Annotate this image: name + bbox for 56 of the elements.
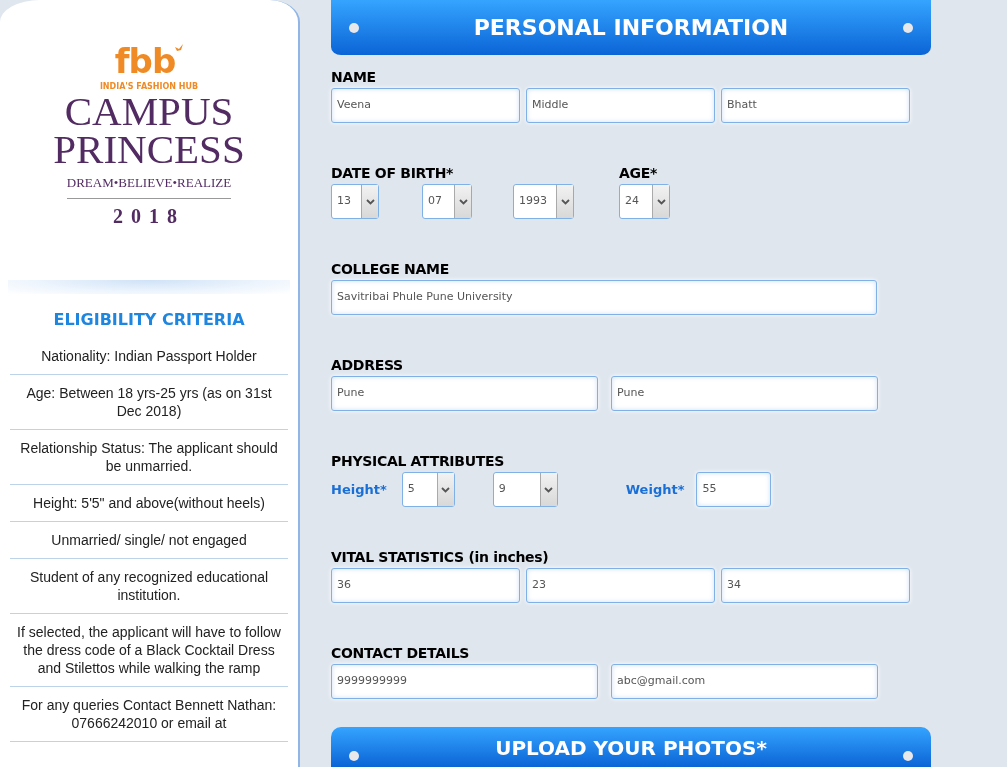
- field-label: COLLEGE NAME: [331, 260, 449, 279]
- text-input[interactable]: Pune: [331, 376, 598, 411]
- logo-year: 2018: [113, 203, 185, 229]
- rivet-icon: [903, 751, 913, 761]
- text-input[interactable]: 9999999999: [331, 664, 598, 699]
- text-input[interactable]: Pune: [611, 376, 878, 411]
- bird-icon: [175, 44, 184, 52]
- criteria-item: If selected, the applicant will have to follow the dress code of a Black Cocktail Dress and Stilettos while walking the ramp: [10, 614, 288, 687]
- field-label: Height*: [331, 480, 387, 499]
- chevron-down-icon: [656, 198, 666, 205]
- dropdown[interactable]: 9: [492, 472, 558, 507]
- dropdown[interactable]: 1993: [513, 184, 574, 219]
- field-label: ADDRESS: [331, 356, 403, 375]
- chevron-down-icon: [560, 198, 570, 205]
- rivet-icon: [349, 751, 359, 761]
- rivet-icon: [903, 22, 913, 33]
- text-input[interactable]: Bhatt: [721, 88, 910, 123]
- brand-logo: fbb: [114, 44, 176, 78]
- field-label: AGE*: [619, 164, 657, 183]
- criteria-item: Student of any recognized educational institution.: [10, 559, 288, 614]
- criteria-item: Nationality: Indian Passport Holder: [10, 338, 288, 375]
- field-label: DATE OF BIRTH*: [331, 164, 455, 183]
- criteria-item: Relationship Status: The applicant should be unmarried.: [10, 430, 288, 485]
- text-input[interactable]: Veena: [331, 88, 520, 123]
- field-label: PHYSICAL ATTRIBUTES: [331, 452, 504, 471]
- logo-tagline: INDIA'S FASHION HUB: [99, 81, 199, 93]
- field-label: Weight*: [625, 480, 685, 499]
- banner-title: UPLOAD YOUR PHOTOS*: [495, 735, 767, 762]
- section-heading: ELIGIBILITY CRITERIA: [52, 309, 246, 331]
- logo-motto: DREAM•BELIEVE•REALIZE: [66, 168, 232, 199]
- text-input[interactable]: 23: [526, 568, 715, 603]
- chevron-down-icon: [441, 486, 451, 493]
- criteria-item: Height: 5'5" and above(without heels): [10, 485, 288, 522]
- banner-title: PERSONAL INFORMATION: [473, 14, 789, 42]
- chevron-down-icon: [458, 198, 468, 205]
- rivet-icon: [349, 22, 359, 33]
- chevron-down-icon: [544, 486, 554, 493]
- field-label: VITAL STATISTICS (in inches): [331, 548, 549, 567]
- dropdown[interactable]: 07: [422, 184, 472, 219]
- text-input[interactable]: Middle: [526, 88, 715, 123]
- text-input[interactable]: 55: [696, 472, 772, 507]
- text-input[interactable]: 34: [721, 568, 910, 603]
- text-input[interactable]: 36: [331, 568, 520, 603]
- text-input[interactable]: Savitribai Phule Pune University: [331, 280, 877, 315]
- dropdown[interactable]: 5: [401, 472, 455, 507]
- criteria-item: For any queries Contact Bennett Nathan: 07666242010 or email at: [10, 687, 288, 742]
- logo-title: CAMPUS: [64, 93, 234, 131]
- field-label: NAME: [331, 68, 376, 87]
- chevron-down-icon: [365, 198, 375, 205]
- dropdown[interactable]: 13: [331, 184, 379, 219]
- text-input[interactable]: abc@gmail.com: [611, 664, 878, 699]
- criteria-item: Age: Between 18 yrs-25 yrs (as on 31st Dec 2018): [10, 375, 288, 430]
- logo-title: PRINCESS: [53, 130, 245, 169]
- field-label: CONTACT DETAILS: [331, 644, 470, 663]
- dropdown[interactable]: 24: [619, 184, 670, 219]
- criteria-item: Unmarried/ single/ not engaged: [10, 522, 288, 559]
